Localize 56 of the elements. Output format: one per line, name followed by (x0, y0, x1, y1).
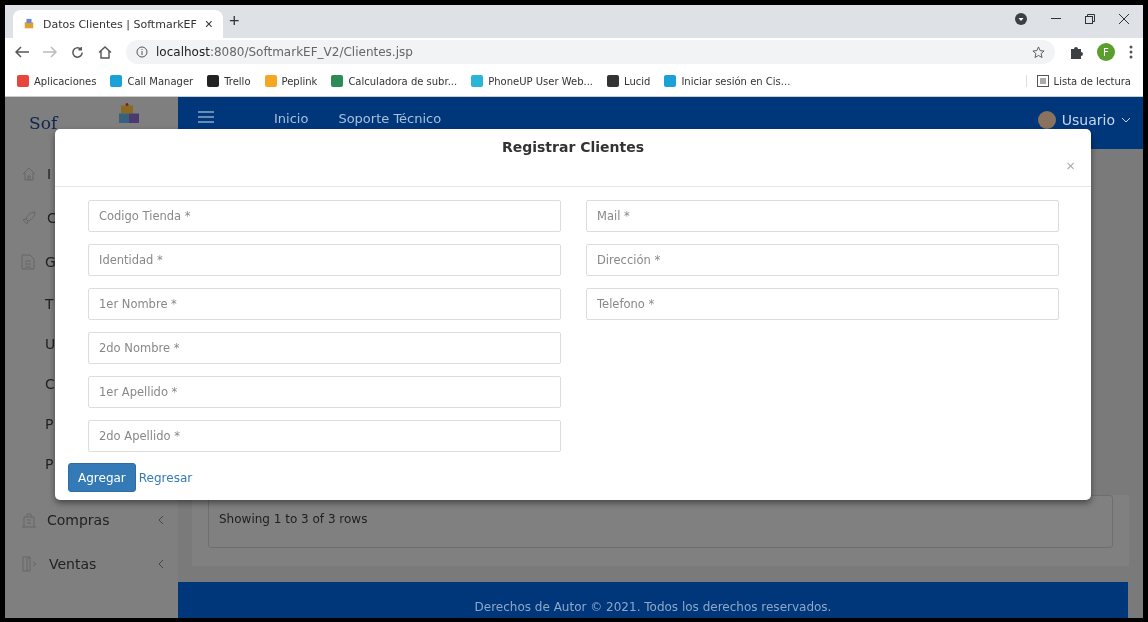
bookmark[interactable]: Iniciar sesión en Cis... (664, 75, 791, 87)
browser-tab[interactable]: Datos Clientes | SoftmarkEF × (13, 10, 223, 38)
input-field[interactable]: 2do Nombre * (88, 332, 561, 364)
puzzle-icon[interactable] (1069, 45, 1083, 59)
avatar-icon (1037, 111, 1056, 129)
sidebar-item[interactable]: Ventas (49, 556, 148, 572)
bookmark[interactable]: PhoneUP User Web... (471, 75, 594, 87)
home-icon[interactable] (98, 45, 112, 59)
door-icon (21, 556, 39, 572)
bookmark[interactable]: Aplicaciones (17, 75, 97, 87)
logo-icon (119, 103, 140, 123)
info-icon (136, 46, 148, 58)
input-field[interactable]: 1er Nombre * (88, 288, 561, 320)
logo-icon (23, 17, 35, 31)
user-menu[interactable]: Usuario (1037, 111, 1131, 129)
back-link[interactable]: Regresar (138, 470, 193, 485)
star-icon[interactable] (1032, 45, 1045, 59)
menu-icon[interactable] (1129, 45, 1133, 59)
tab-title: Datos Clientes | SoftmarkEF (42, 17, 197, 31)
add-button[interactable]: Agregar (68, 463, 136, 492)
close-icon[interactable] (1119, 13, 1129, 24)
bookmark[interactable]: Calculadora de subr... (331, 75, 458, 87)
sidebar-item[interactable]: Compras (47, 512, 148, 528)
reload-icon[interactable] (71, 45, 84, 59)
dropdown-icon[interactable] (1015, 12, 1027, 25)
chevron-icon (1121, 117, 1131, 123)
nav-link[interactable]: Inicio (274, 111, 309, 126)
bookmark[interactable]: Call Manager (110, 75, 194, 87)
input-field[interactable]: Mail * (586, 200, 1059, 232)
menu-icon[interactable] (198, 111, 214, 123)
input-field[interactable]: Telefono * (586, 288, 1059, 320)
back-icon[interactable] (15, 46, 29, 58)
bookmark[interactable]: Trello (207, 75, 251, 87)
input-field[interactable]: Codigo Tienda * (88, 200, 561, 232)
reading-list[interactable]: Lista de lectura (1025, 75, 1131, 87)
input-field[interactable]: Dirección * (586, 244, 1059, 276)
restore-icon[interactable] (1085, 13, 1095, 24)
table-info: Showing 1 to 3 of 3 rows (219, 512, 368, 526)
address-bar[interactable]: localhost:8080/SoftmarkEF_V2/Clientes.jsp (126, 40, 1055, 64)
rocket-icon (21, 210, 37, 226)
bookmark[interactable]: Lucid (607, 75, 651, 87)
input-field[interactable]: 2do Apellido * (88, 420, 561, 452)
logo-text: Sof (29, 113, 58, 133)
footer-text: Derechos de Autor © 2021. Todos los derechos reservados. (474, 600, 832, 614)
new-tab-button[interactable]: + (223, 11, 246, 32)
nav-link[interactable]: Soporte Técnico (338, 111, 442, 126)
minimize-icon[interactable] (1051, 17, 1061, 20)
input-field[interactable]: 1er Apellido * (88, 376, 561, 408)
list-icon (1036, 75, 1049, 87)
url-text: localhost:8080/SoftmarkEF_V2/Clientes.jsp (156, 45, 413, 59)
modal-title: Registrar Clientes (501, 139, 645, 157)
input-field[interactable]: Identidad * (88, 244, 561, 276)
bookmark[interactable]: Peplink (264, 75, 318, 87)
home-icon (21, 166, 37, 182)
tab-close-button[interactable]: × (204, 16, 213, 32)
document-icon (21, 254, 35, 270)
